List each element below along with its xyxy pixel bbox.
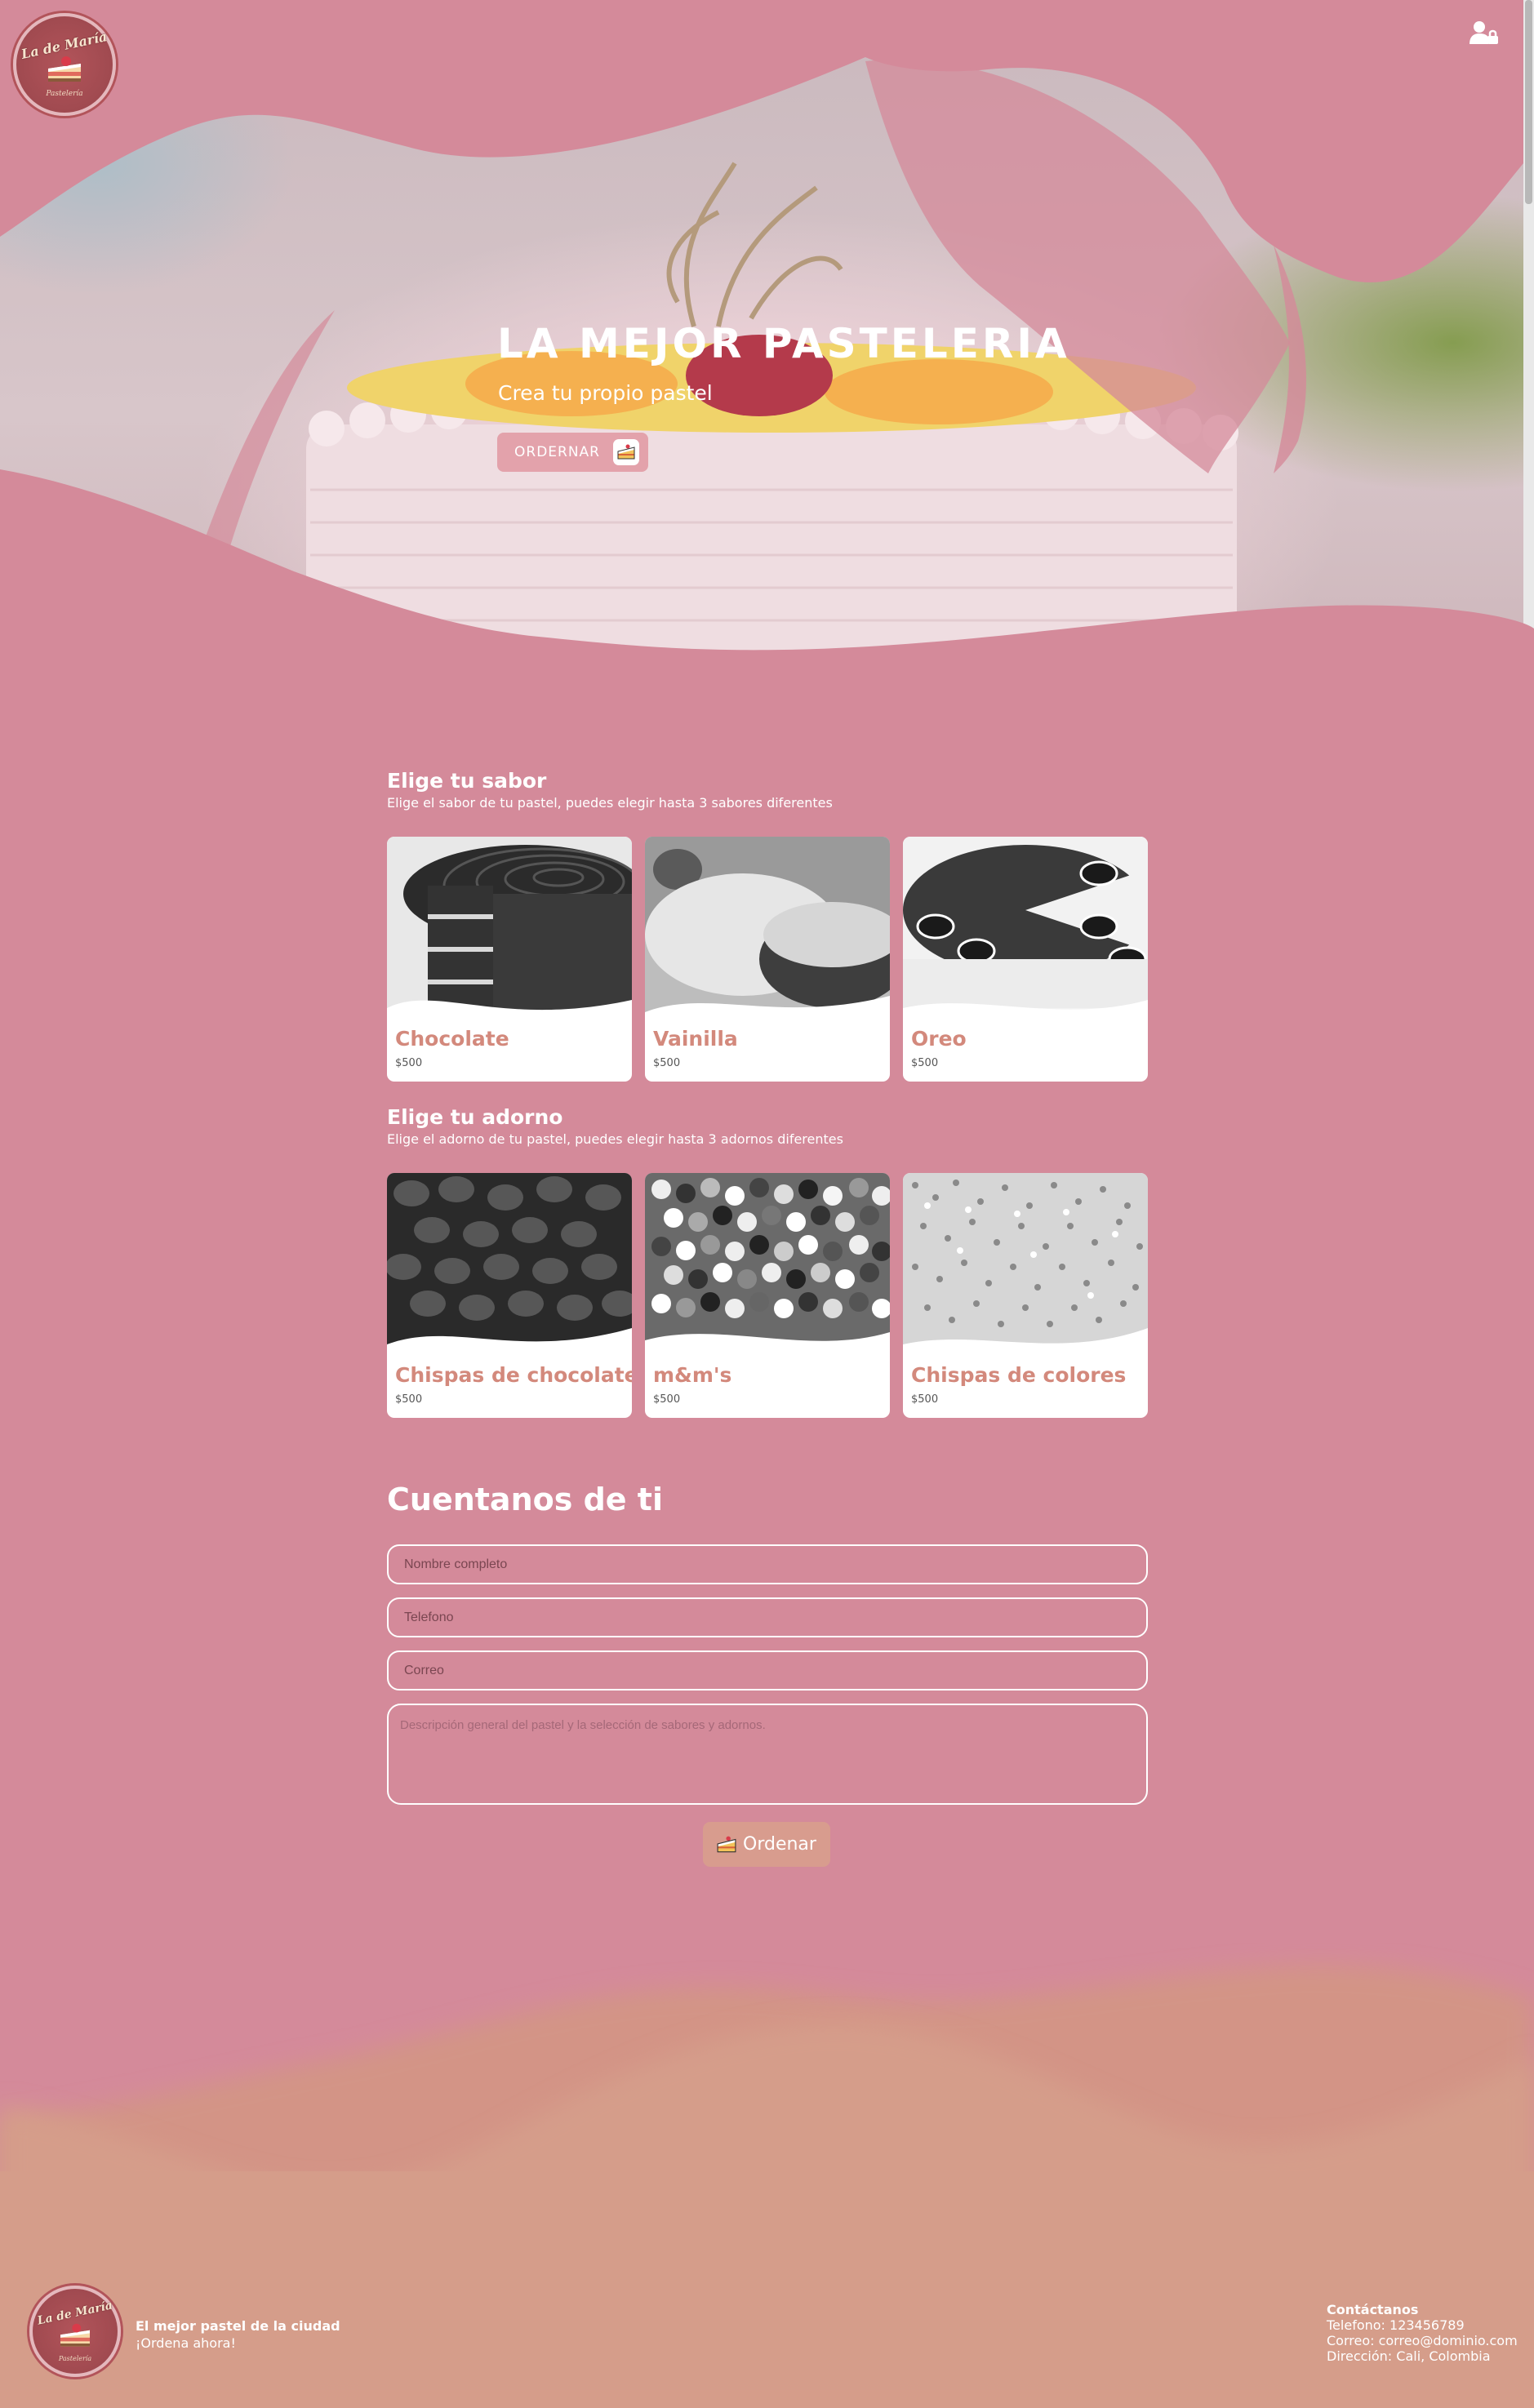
footer-brand-logo[interactable]: La de María Pastelería [29, 2286, 121, 2377]
flavor-card-oreo[interactable]: Oreo $500 [903, 837, 1148, 1082]
user-lock-icon[interactable] [1470, 20, 1499, 46]
cake-icon [613, 439, 639, 465]
phone-field[interactable] [387, 1597, 1148, 1637]
contact-heading: Contáctanos [1327, 2302, 1419, 2317]
flavor-name: Vainilla [653, 1027, 738, 1051]
topping-name: m&m's [653, 1363, 732, 1387]
contact-address: Dirección: Cali, Colombia [1327, 2348, 1491, 2364]
toppings-title: Elige tu adorno [387, 1105, 563, 1129]
hero-order-button[interactable]: ORDERNAR [497, 433, 648, 472]
topping-card-chispas-chocolate[interactable]: Chispas de chocolate $500 [387, 1173, 632, 1418]
submit-order-label: Ordenar [743, 1834, 816, 1855]
flavor-price: $500 [653, 1057, 681, 1069]
flavor-name: Chocolate [395, 1027, 509, 1051]
footer-contact: Contáctanos Telefono: 123456789 Correo: … [1327, 2302, 1518, 2364]
topping-card-mms[interactable]: m&m's $500 [645, 1173, 890, 1418]
flavor-price: $500 [395, 1057, 423, 1069]
toppings-description: Elige el adorno de tu pastel, puedes ele… [387, 1131, 843, 1147]
cake-description-textarea[interactable] [387, 1704, 1148, 1805]
flavor-name: Oreo [911, 1027, 967, 1051]
vanilla-cake-image [645, 837, 890, 1024]
cake-icon [717, 1836, 736, 1852]
sprinkles-image [903, 1173, 1148, 1361]
flavors-description: Elige el sabor de tu pastel, puedes eleg… [387, 795, 833, 811]
submit-order-button[interactable]: Ordenar [703, 1822, 830, 1867]
brand-logo[interactable]: La de María Pastelería [13, 13, 116, 116]
hero-subtitle: Crea tu propio pastel [498, 381, 713, 405]
form-title: Cuentanos de ti [387, 1482, 663, 1517]
logo-subtitle: Pastelería [46, 90, 83, 98]
full-name-field[interactable] [387, 1544, 1148, 1584]
topping-name: Chispas de colores [911, 1363, 1127, 1387]
topping-name: Chispas de chocolate [395, 1363, 632, 1387]
flavor-price: $500 [911, 1057, 939, 1069]
flavor-card-vainilla[interactable]: Vainilla $500 [645, 837, 890, 1082]
contact-phone: Telefono: 123456789 [1327, 2317, 1465, 2333]
email-field[interactable] [387, 1651, 1148, 1690]
topping-price: $500 [395, 1393, 423, 1406]
chocolate-chips-image [387, 1173, 632, 1361]
footer-tagline: El mejor pastel de la ciudad [136, 2318, 340, 2334]
topping-card-chispas-colores[interactable]: Chispas de colores $500 [903, 1173, 1148, 1418]
cake-slice-logo-icon [48, 56, 81, 82]
mms-image [645, 1173, 890, 1361]
chocolate-cake-image [387, 837, 632, 1024]
oreo-cake-image [903, 837, 1148, 1024]
hero: La de María Pastelería LA MEJOR PASTELER… [0, 0, 1534, 694]
logo-subtitle: Pastelería [58, 2355, 92, 2362]
flavors-title: Elige tu sabor [387, 769, 547, 793]
contact-email: Correo: correo@dominio.com [1327, 2333, 1518, 2348]
topping-price: $500 [653, 1393, 681, 1406]
flavor-card-chocolate[interactable]: Chocolate $500 [387, 837, 632, 1082]
topping-price: $500 [911, 1393, 939, 1406]
hero-order-label: ORDERNAR [514, 444, 600, 460]
hero-title: LA MEJOR PASTELERIA [497, 320, 1070, 367]
footer-cta: ¡Ordena ahora! [136, 2335, 236, 2351]
cake-slice-logo-icon [60, 2323, 90, 2347]
